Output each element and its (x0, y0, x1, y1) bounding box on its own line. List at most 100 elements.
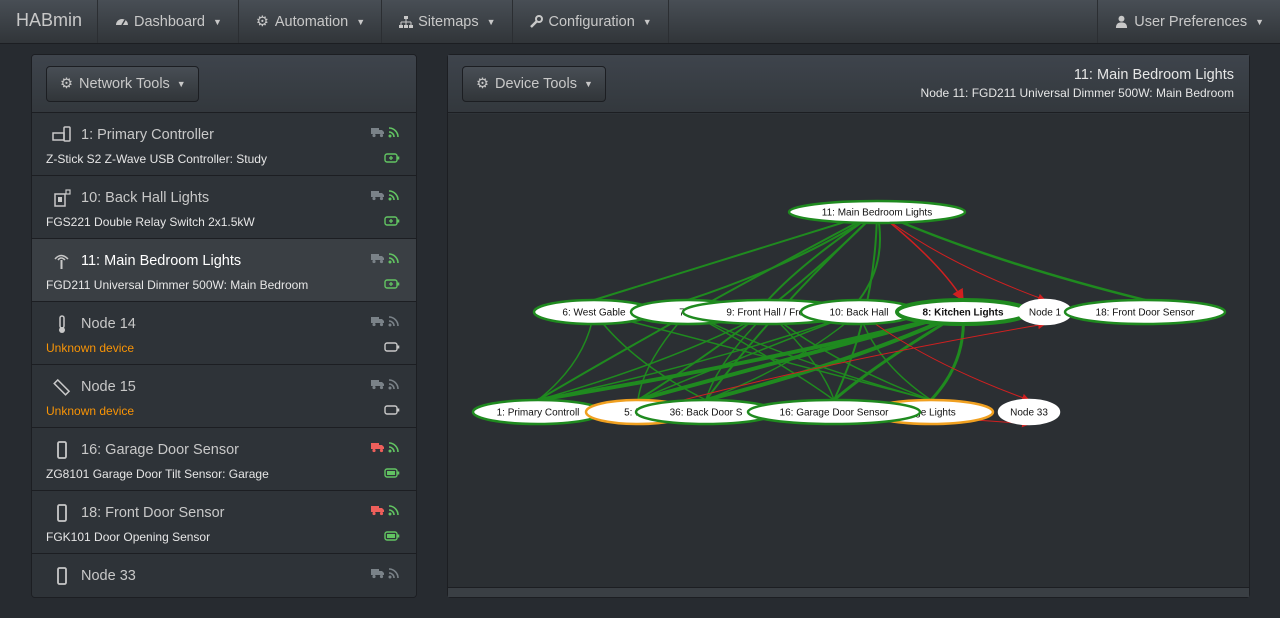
chevron-down-icon: ▼ (176, 79, 186, 89)
device-title: 16: Garage Door Sensor (81, 442, 239, 458)
device-list-item[interactable]: Node 15 Unknown device (32, 365, 416, 428)
device-title: 10: Back Hall Lights (81, 190, 210, 206)
thermometer-icon (52, 314, 72, 334)
device-title: 18: Front Door Sensor (81, 505, 225, 521)
top-navbar: HABmin Dashboard ▼ ⚙ Automation ▼ Sitema… (0, 0, 1280, 44)
gear-icon: ⚙ (476, 76, 489, 92)
device-status (371, 440, 400, 458)
device-status (371, 566, 400, 584)
device-list-item[interactable]: 1: Primary Controller Z-Stick S2 Z-Wave U… (32, 113, 416, 176)
device-status (371, 503, 400, 521)
device-status (371, 251, 400, 269)
device-description: Z-Stick S2 Z-Wave USB Controller: Study (46, 152, 267, 166)
device-list-item[interactable]: Node 33 (32, 554, 416, 597)
listening-icon (371, 377, 385, 395)
device-status (371, 125, 400, 143)
device-description: FGD211 Universal Dimmer 500W: Main Bedro… (46, 278, 309, 292)
nav-sitemaps-label: Sitemaps (418, 13, 479, 30)
signal-icon (388, 503, 400, 521)
device-description: ZG8101 Garage Door Tilt Sensor: Garage (46, 467, 269, 481)
mobile-icon (52, 440, 72, 460)
device-tools-button[interactable]: ⚙ Device Tools ▼ (462, 66, 606, 102)
graph-edge (767, 211, 878, 301)
device-list-item[interactable]: Node 14 Unknown device (32, 302, 416, 365)
listening-icon (371, 125, 385, 143)
graph-node-label: 18: Front Door Sensor (1096, 308, 1196, 319)
nav-user-preferences[interactable]: User Preferences ▼ (1097, 0, 1280, 43)
nav-configuration-label: Configuration (548, 13, 635, 30)
battery-icon (384, 339, 400, 357)
device-description: Unknown device (46, 404, 135, 418)
graph-node-label: 10: Back Hall (830, 308, 889, 319)
graph-node[interactable]: 11: Main Bedroom Lights (787, 199, 967, 225)
nav-configuration[interactable]: Configuration ▼ (513, 0, 669, 43)
chevron-down-icon: ▼ (356, 16, 366, 27)
graph-node[interactable]: Node 33 (997, 398, 1061, 426)
device-list-item[interactable]: 11: Main Bedroom Lights FGD211 Universal … (32, 239, 416, 302)
graph-node[interactable]: Node 1 (1017, 298, 1073, 326)
device-status (371, 188, 400, 206)
graph-node-label: 36: Back Door S (670, 408, 743, 419)
graph-edge (876, 211, 964, 302)
graph-node-label: 16: Garage Door Sensor (780, 408, 890, 419)
chevron-down-icon: ▼ (1255, 16, 1264, 27)
switch-icon (52, 188, 72, 208)
graph-edge (537, 311, 769, 401)
graph-node[interactable]: 18: Front Door Sensor (1063, 298, 1227, 326)
network-graph[interactable]: 11: Main Bedroom Lights6: West Gable7: E… (448, 114, 1249, 588)
graph-edge (687, 211, 878, 301)
listening-icon (371, 503, 385, 521)
graph-node-label: Node 33 (1010, 408, 1048, 419)
battery-icon (384, 213, 400, 231)
graph-node-label: Node 1 (1029, 308, 1062, 319)
cogs-icon: ⚙ (255, 13, 269, 30)
chevron-down-icon: ▼ (583, 79, 593, 89)
listening-icon (371, 314, 385, 332)
graph-edge (876, 211, 1046, 302)
gear-icon: ⚙ (60, 76, 73, 92)
listening-icon (371, 440, 385, 458)
chevron-down-icon: ▼ (486, 16, 496, 27)
device-list: 1: Primary Controller Z-Stick S2 Z-Wave U… (32, 113, 416, 597)
device-title: Node 14 (81, 316, 136, 332)
nav-sitemaps[interactable]: Sitemaps ▼ (382, 0, 513, 43)
controller-icon (52, 125, 72, 145)
mobile-icon (52, 503, 72, 523)
graph-node-label: 1: Primary Controll (497, 408, 580, 419)
graph-edge (537, 311, 595, 401)
battery-icon (384, 465, 400, 483)
signal-icon (388, 377, 400, 395)
network-graph-svg[interactable]: 11: Main Bedroom Lights6: West Gable7: E… (448, 114, 1249, 588)
sitemap-icon (398, 14, 413, 29)
graph-node-label: 8: Kitchen Lights (922, 308, 1004, 319)
graph-node[interactable]: 16: Garage Door Sensor (746, 398, 922, 426)
listening-icon (371, 566, 385, 584)
graph-node[interactable]: 8: Kitchen Lights (895, 298, 1031, 326)
nav-dashboard[interactable]: Dashboard ▼ (98, 0, 239, 43)
device-status (371, 314, 400, 332)
device-detail-header: ⚙ Device Tools ▼ 11: Main Bedroom Lights… (448, 55, 1249, 113)
signal-icon (388, 125, 400, 143)
signal-icon (388, 188, 400, 206)
device-description: FGS221 Double Relay Switch 2x1.5kW (46, 215, 255, 229)
graph-node[interactable]: 1: Primary Controll (471, 398, 605, 426)
device-list-item[interactable]: 18: Front Door Sensor FGK101 Door Opening… (32, 491, 416, 554)
device-list-item[interactable]: 16: Garage Door Sensor ZG8101 Garage Door… (32, 428, 416, 491)
network-tools-button[interactable]: ⚙ Network Tools ▼ (46, 66, 199, 102)
graph-node-label: 9: Front Hall / Fron (726, 308, 809, 319)
device-list-item[interactable]: 10: Back Hall Lights FGS221 Double Relay … (32, 176, 416, 239)
nav-automation[interactable]: ⚙ Automation ▼ (239, 0, 383, 43)
device-list-panel: ⚙ Network Tools ▼ 1: Primary Controller Z… (31, 54, 417, 598)
ruler-icon (52, 377, 72, 397)
nav-dashboard-label: Dashboard (134, 13, 205, 30)
battery-icon (384, 276, 400, 294)
device-status (371, 377, 400, 395)
dashboard-icon (114, 14, 129, 29)
chevron-down-icon: ▼ (212, 16, 222, 27)
brand-logo[interactable]: HABmin (0, 0, 98, 43)
listening-icon (371, 188, 385, 206)
graph-node-label: 6: West Gable (562, 308, 626, 319)
panel-footer (448, 587, 1249, 597)
battery-icon (384, 402, 400, 420)
device-title: 11: Main Bedroom Lights (81, 253, 242, 269)
